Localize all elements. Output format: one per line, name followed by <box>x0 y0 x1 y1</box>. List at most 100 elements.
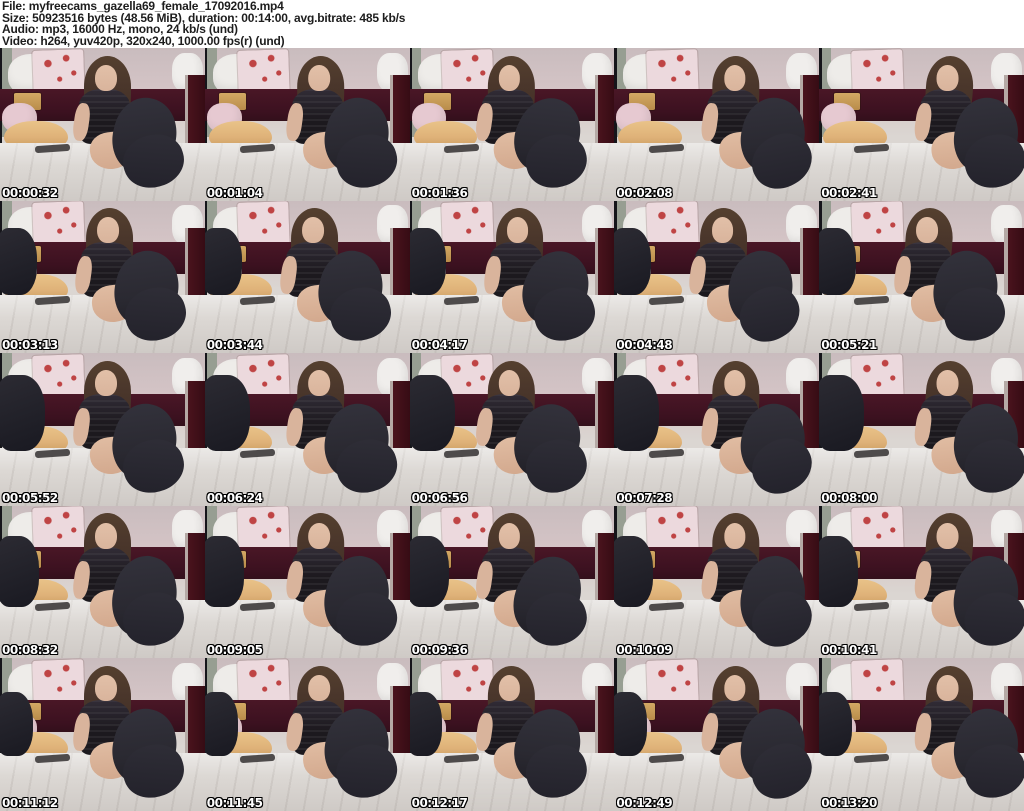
thumbnail-timestamp: 00:12:17 <box>411 796 468 810</box>
thumbnail-timestamp: 00:02:41 <box>821 185 877 200</box>
thumbnail-timestamp: 00:13:20 <box>821 796 877 810</box>
scene-person <box>629 353 820 506</box>
video-thumbnail: 00:11:45 <box>204 658 410 811</box>
scene-person-face <box>308 369 330 396</box>
scene-person <box>2 201 205 354</box>
thumbnail-timestamp: 00:09:36 <box>411 643 468 658</box>
scene-person-face <box>936 369 959 396</box>
thumbnail-image <box>0 658 205 811</box>
thumbnail-timestamp: 00:09:05 <box>206 643 263 658</box>
scene-person <box>842 48 1024 201</box>
scene-person <box>213 506 410 659</box>
video-thumbnail: 00:02:08 <box>614 48 820 201</box>
scene-person <box>842 353 1024 506</box>
thumbnail-timestamp: 00:08:00 <box>821 490 877 505</box>
scene-person <box>410 353 609 506</box>
scene-person-face <box>723 522 746 549</box>
video-thumbnail: 00:08:00 <box>819 353 1024 506</box>
thumbnail-image <box>819 200 1024 354</box>
video-thumbnail: 00:05:52 <box>0 353 205 506</box>
scene-person <box>0 48 205 201</box>
scene-person-face <box>95 369 117 396</box>
thumbnail-image <box>204 658 410 811</box>
scene-person <box>842 658 1024 811</box>
video-thumbnail: 00:05:21 <box>819 200 1024 354</box>
contact-sheet: File: myfreecams_gazella69_female_170920… <box>0 0 1024 811</box>
thumbnail-timestamp: 00:00:32 <box>2 185 58 200</box>
thumbnail-timestamp: 00:01:04 <box>206 185 263 200</box>
thumbnail-image <box>409 48 615 201</box>
scene-person-face <box>308 675 330 702</box>
video-thumbnail: 00:09:36 <box>409 505 615 659</box>
scene-person-face <box>723 369 746 396</box>
thumbnail-timestamp: 00:05:52 <box>2 490 58 505</box>
scene-person <box>213 658 410 811</box>
scene-person-face <box>498 522 521 549</box>
video-thumbnail: 00:12:49 <box>614 658 820 811</box>
thumbnail-image <box>409 200 615 354</box>
scene-person <box>213 48 410 201</box>
scene-person-face <box>711 217 734 244</box>
thumbnail-image <box>204 48 410 201</box>
scene-person <box>616 201 819 354</box>
scene-person-face <box>506 217 529 244</box>
scene-person <box>842 506 1024 659</box>
scene-person-face <box>936 64 959 91</box>
thumbnail-timestamp: 00:10:41 <box>821 643 877 658</box>
thumbnail-image <box>614 200 820 354</box>
thumbnail-timestamp: 00:11:45 <box>206 796 263 810</box>
scene-person-face <box>308 64 330 91</box>
video-thumbnail: 00:06:56 <box>409 353 615 506</box>
scene-person-face <box>936 522 959 549</box>
video-thumbnail: 00:01:36 <box>409 48 615 201</box>
thumbnail-timestamp: 00:12:49 <box>616 796 673 810</box>
thumbnail-image <box>819 353 1024 506</box>
video-thumbnail: 00:07:28 <box>614 353 820 506</box>
thumbnail-timestamp: 00:04:17 <box>411 338 468 353</box>
thumbnail-timestamp: 00:02:08 <box>616 185 673 200</box>
scene-person-face <box>95 64 117 91</box>
scene-person-face <box>95 675 117 702</box>
thumbnail-image <box>614 505 820 659</box>
scene-person-face <box>302 217 324 244</box>
video-thumbnail: 00:08:32 <box>0 505 205 659</box>
scene-person <box>821 201 1024 354</box>
thumbnail-image <box>409 505 615 659</box>
thumbnail-image <box>819 658 1024 811</box>
thumbnail-image <box>0 200 205 354</box>
scene-person-face <box>95 522 117 549</box>
scene-person-face <box>308 522 330 549</box>
scene-person <box>410 658 609 811</box>
thumbnail-timestamp: 00:04:48 <box>616 338 673 353</box>
thumbnail-timestamp: 00:11:12 <box>2 796 58 810</box>
video-thumbnail: 00:12:17 <box>409 658 615 811</box>
video-thumbnail: 00:13:20 <box>819 658 1024 811</box>
header-line-video: Video: h264, yuv420p, 320x240, 1000.00 f… <box>2 34 285 49</box>
scene-person-face <box>936 675 959 702</box>
scene-person <box>629 658 820 811</box>
scene-person-face <box>97 217 119 244</box>
thumbnail-image <box>409 658 615 811</box>
thumbnail-image <box>204 353 410 506</box>
thumbnail-grid: 00:00:32 00:01:04 00:01:36 00:02:08 00:0… <box>0 48 1024 811</box>
thumbnail-timestamp: 00:10:09 <box>616 643 673 658</box>
scene-person <box>0 658 205 811</box>
scene-person <box>629 506 820 659</box>
scene-person <box>0 353 205 506</box>
video-thumbnail: 00:04:17 <box>409 200 615 354</box>
thumbnail-image <box>409 353 615 506</box>
video-thumbnail: 00:04:48 <box>614 200 820 354</box>
thumbnail-image <box>204 200 410 354</box>
scene-person-face <box>723 675 746 702</box>
video-thumbnail: 00:02:41 <box>819 48 1024 201</box>
thumbnail-timestamp: 00:03:13 <box>2 338 58 353</box>
thumbnail-timestamp: 00:07:28 <box>616 490 673 505</box>
video-thumbnail: 00:03:44 <box>204 200 410 354</box>
video-thumbnail: 00:00:32 <box>0 48 205 201</box>
scene-person <box>629 48 820 201</box>
thumbnail-timestamp: 00:06:24 <box>206 490 263 505</box>
thumbnail-timestamp: 00:05:21 <box>821 338 877 353</box>
thumbnail-image <box>204 505 410 659</box>
scene-person <box>410 48 609 201</box>
media-info-header: File: myfreecams_gazella69_female_170920… <box>0 0 1024 48</box>
